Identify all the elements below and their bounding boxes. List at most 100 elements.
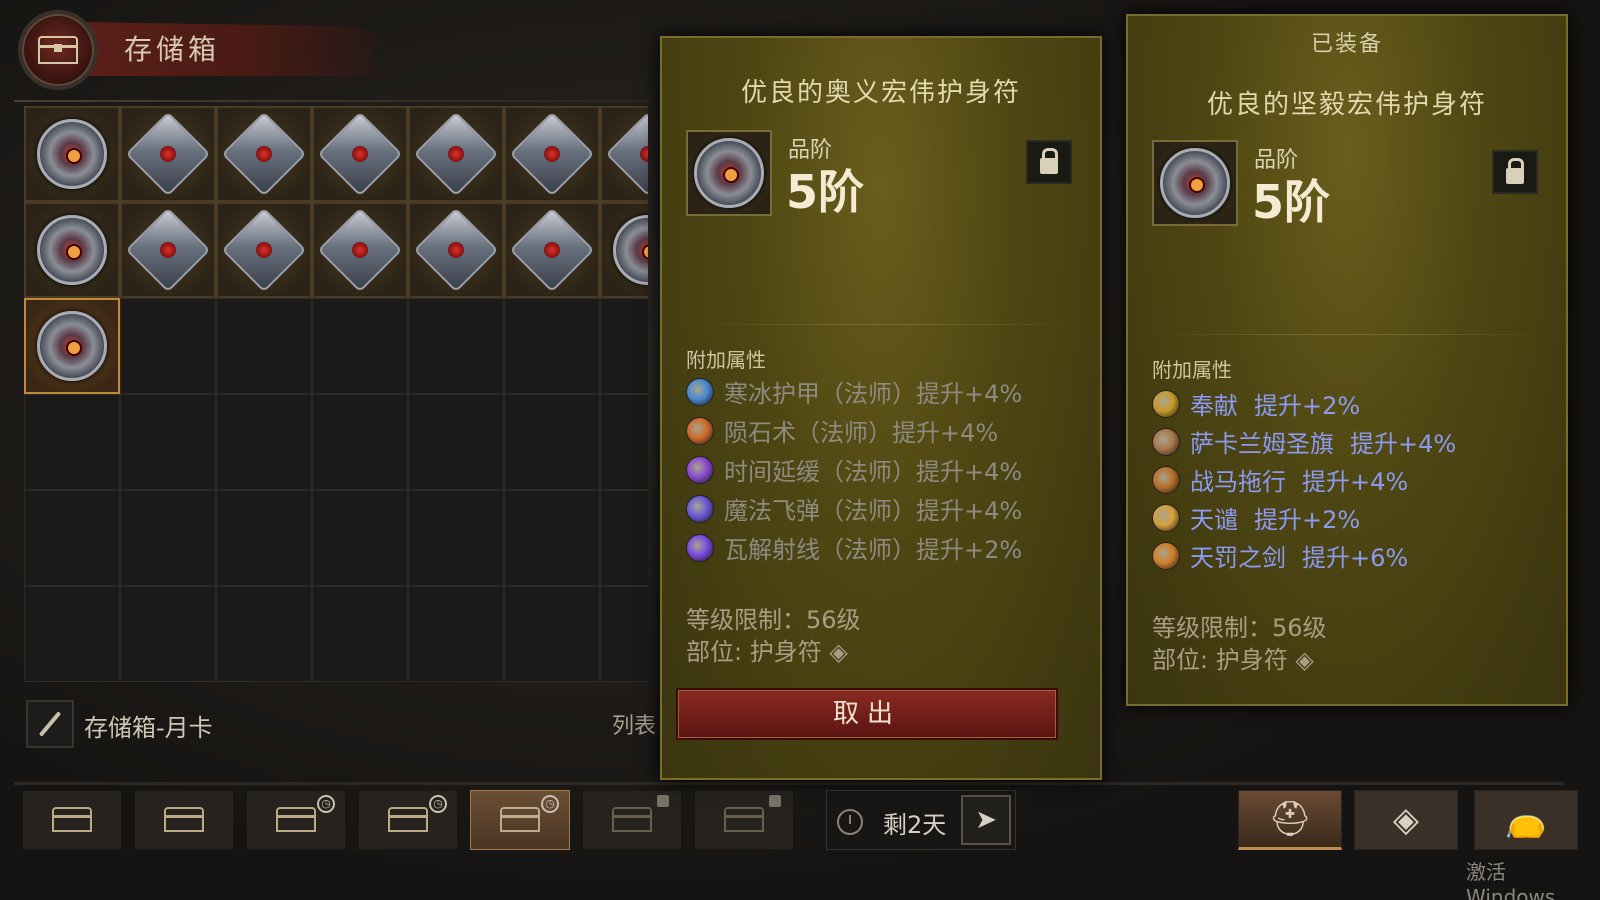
grid-cell[interactable] bbox=[216, 586, 312, 682]
grid-cell[interactable] bbox=[408, 106, 504, 202]
attribute-row: 天谴 提升+2% bbox=[1152, 500, 1360, 535]
slow-time-icon bbox=[686, 455, 714, 484]
grid-cell[interactable] bbox=[216, 298, 312, 394]
grid-cell[interactable] bbox=[120, 394, 216, 490]
grid-cell[interactable] bbox=[408, 394, 504, 490]
attribute-name: 奉献 bbox=[1190, 392, 1238, 420]
grid-cell[interactable] bbox=[216, 106, 312, 202]
grid-cell[interactable] bbox=[600, 106, 648, 202]
storage-tab[interactable]: ◷ bbox=[470, 790, 570, 850]
grid-cell[interactable] bbox=[120, 106, 216, 202]
grid-cell[interactable] bbox=[600, 202, 648, 298]
grid-cell[interactable] bbox=[216, 394, 312, 490]
take-out-button[interactable]: 取出 bbox=[676, 688, 1058, 740]
grid-cell[interactable] bbox=[600, 586, 648, 682]
grid-cell[interactable] bbox=[408, 490, 504, 586]
attribute-bonus: 提升+2% bbox=[1254, 392, 1361, 420]
grid-cell[interactable] bbox=[120, 586, 216, 682]
grid-cell[interactable] bbox=[600, 298, 648, 394]
grid-cell[interactable] bbox=[216, 202, 312, 298]
grid-cell[interactable] bbox=[312, 394, 408, 490]
attribute-bonus: 提升+4% bbox=[892, 419, 999, 447]
unlock-icon bbox=[1040, 148, 1058, 174]
attribute-name: 瓦解射线（法师） bbox=[724, 536, 916, 564]
chest-icon bbox=[612, 807, 652, 833]
frost-armor-icon bbox=[686, 377, 714, 406]
rename-button[interactable] bbox=[26, 700, 74, 748]
gem-icon bbox=[317, 207, 403, 293]
grid-cell[interactable] bbox=[600, 394, 648, 490]
lock-toggle[interactable] bbox=[1492, 150, 1538, 194]
chest-icon bbox=[164, 807, 204, 833]
grid-cell[interactable] bbox=[504, 298, 600, 394]
grid-cell[interactable] bbox=[408, 586, 504, 682]
grid-cell[interactable] bbox=[24, 586, 120, 682]
attribute-bonus: 提升+4% bbox=[916, 458, 1023, 486]
clock-badge-icon: ◷ bbox=[541, 795, 559, 813]
grid-cell[interactable] bbox=[504, 394, 600, 490]
amulet-icon bbox=[37, 215, 107, 285]
grid-cell[interactable] bbox=[216, 490, 312, 586]
gem-icon bbox=[509, 207, 595, 293]
clock-badge-icon: ◷ bbox=[317, 795, 335, 813]
attribute-row: 魔法飞弹（法师） 提升+4% bbox=[686, 491, 1022, 526]
attribute-row: 天罚之剑 提升+6% bbox=[1152, 538, 1408, 573]
storage-tab[interactable]: ◷ bbox=[358, 790, 458, 850]
grid-cell[interactable] bbox=[312, 586, 408, 682]
attribute-bonus: 提升+4% bbox=[916, 497, 1023, 525]
tier-value: 5阶 bbox=[786, 165, 865, 219]
level-requirement: 等级限制：56级 bbox=[686, 606, 861, 634]
amulet-icon bbox=[37, 119, 107, 189]
grid-cell[interactable] bbox=[24, 202, 120, 298]
grid-cell[interactable] bbox=[120, 490, 216, 586]
grid-cell[interactable] bbox=[24, 106, 120, 202]
item-slot: 部位: 护身符 ◈ bbox=[686, 638, 848, 666]
grid-cell[interactable] bbox=[504, 586, 600, 682]
grid-cell[interactable] bbox=[312, 106, 408, 202]
attribute-name: 寒冰护甲（法师） bbox=[724, 380, 916, 408]
lock-icon bbox=[657, 795, 669, 807]
lock-toggle[interactable] bbox=[1026, 140, 1072, 184]
item-icon-box bbox=[1152, 140, 1238, 226]
tab-materials[interactable]: 👝 bbox=[1474, 790, 1578, 850]
grid-cell[interactable] bbox=[24, 394, 120, 490]
grid-cell[interactable] bbox=[312, 490, 408, 586]
tabbar-divider bbox=[14, 782, 1564, 785]
grid-cell[interactable] bbox=[600, 490, 648, 586]
storage-tab[interactable] bbox=[22, 790, 122, 850]
storage-tab[interactable] bbox=[134, 790, 234, 850]
quill-icon bbox=[38, 711, 62, 737]
windows-watermark: 激活 Windows bbox=[1466, 860, 1556, 900]
attribute-name: 时间延缓（法师） bbox=[724, 458, 916, 486]
tab-equipment[interactable]: ⛑ bbox=[1238, 790, 1342, 850]
header-divider bbox=[14, 100, 654, 102]
attributes-label: 附加属性 bbox=[1152, 358, 1232, 382]
attribute-row: 瓦解射线（法师） 提升+2% bbox=[686, 530, 1022, 565]
grid-cell[interactable] bbox=[120, 298, 216, 394]
chest-icon bbox=[500, 807, 540, 833]
send-button[interactable]: ➤ bbox=[961, 795, 1011, 845]
grid-cell[interactable] bbox=[312, 202, 408, 298]
grid-cell[interactable] bbox=[504, 490, 600, 586]
gem-icon bbox=[221, 111, 307, 197]
grid-cell[interactable] bbox=[24, 490, 120, 586]
grid-cell[interactable] bbox=[312, 298, 408, 394]
remaining-time: 剩2天 bbox=[883, 811, 947, 839]
grid-cell[interactable] bbox=[504, 106, 600, 202]
storage-tab[interactable]: ◷ bbox=[246, 790, 346, 850]
grid-cell[interactable] bbox=[408, 298, 504, 394]
tab-gems[interactable]: ◈ bbox=[1354, 790, 1458, 850]
grid-cell[interactable] bbox=[408, 202, 504, 298]
tier-value: 5阶 bbox=[1252, 175, 1331, 229]
storage-tab[interactable] bbox=[694, 790, 794, 850]
grid-cell[interactable] bbox=[120, 202, 216, 298]
devotion-icon bbox=[1152, 389, 1180, 418]
grid-cell[interactable] bbox=[504, 202, 600, 298]
lock-icon bbox=[769, 795, 781, 807]
list-view-button[interactable]: 列表 bbox=[612, 708, 656, 740]
attributes-label: 附加属性 bbox=[686, 348, 766, 372]
grid-cell[interactable] bbox=[24, 298, 120, 394]
chest-icon bbox=[276, 807, 316, 833]
gem-icon bbox=[125, 111, 211, 197]
storage-tab[interactable] bbox=[582, 790, 682, 850]
